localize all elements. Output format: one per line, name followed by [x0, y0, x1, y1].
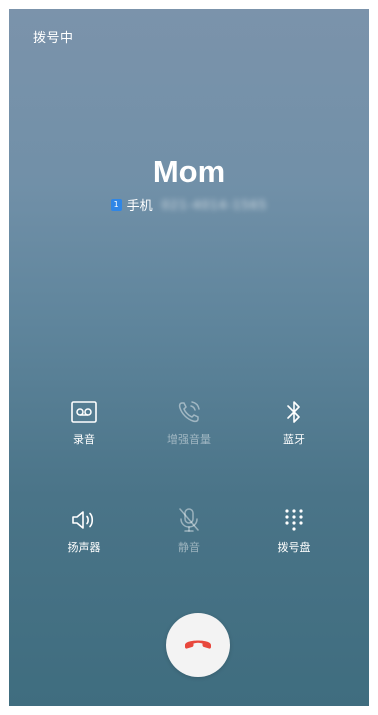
- mic-off-icon: [174, 505, 204, 535]
- contact-name: Mom: [152, 154, 226, 189]
- mute-button[interactable]: 静音: [154, 505, 224, 555]
- bluetooth-button[interactable]: 蓝牙: [259, 397, 329, 447]
- phone-volume-icon: [174, 397, 204, 427]
- call-status: 拨号中: [33, 31, 74, 46]
- in-call-screen: 拨号中 Mom 1 手机 021-4014-1565 录音 增强音量 蓝牙 扬声…: [9, 9, 369, 706]
- speaker-button[interactable]: 扬声器: [49, 505, 119, 555]
- dialpad-button[interactable]: 拨号盘: [259, 505, 329, 555]
- contact-number-line: 1 手机 021-4014-1565: [9, 195, 369, 214]
- call-controls-row-1: 录音 增强音量 蓝牙: [9, 397, 369, 447]
- phone-number: 021-4014-1565: [161, 197, 268, 212]
- dialpad-label: 拨号盘: [277, 541, 311, 554]
- mute-label: 静音: [178, 541, 200, 554]
- sim-badge: 1: [110, 198, 122, 211]
- record-button[interactable]: 录音: [49, 397, 119, 447]
- end-call-button[interactable]: [166, 613, 230, 677]
- record-icon: [69, 397, 99, 427]
- number-type: 手机: [126, 199, 153, 214]
- enhance-volume-button[interactable]: 增强音量: [154, 397, 224, 447]
- call-controls-row-2: 扬声器 静音 拨号盘: [9, 505, 369, 555]
- bluetooth-icon: [279, 397, 309, 427]
- dialpad-icon: [279, 505, 309, 535]
- bluetooth-label: 蓝牙: [283, 433, 305, 446]
- hang-up-icon: [183, 635, 213, 655]
- record-label: 录音: [73, 433, 95, 446]
- speaker-label: 扬声器: [67, 541, 101, 554]
- speaker-icon: [69, 505, 99, 535]
- enhance-volume-label: 增强音量: [167, 433, 211, 446]
